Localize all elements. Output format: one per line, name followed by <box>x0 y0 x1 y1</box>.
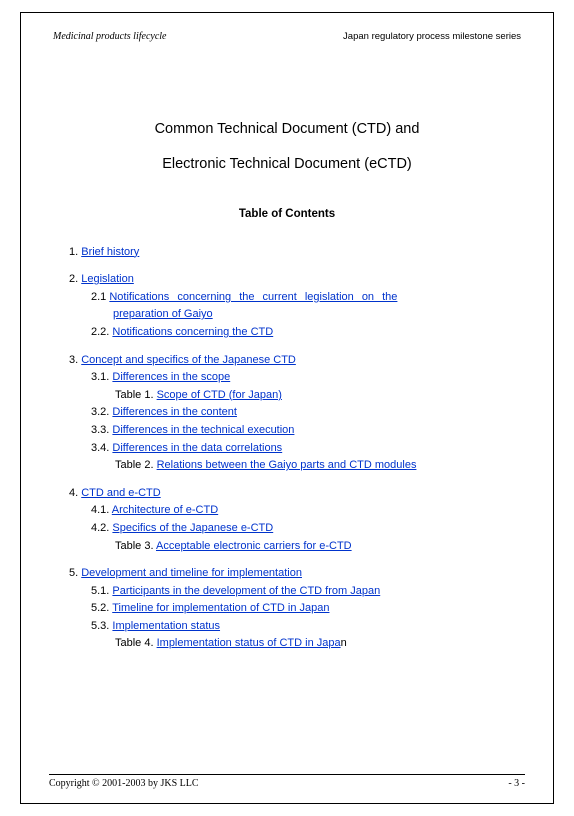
toc-num: 3.3. <box>91 424 112 436</box>
toc-table-label: Table 3. <box>115 540 156 552</box>
toc-link-diff-technical[interactable]: Differences in the technical execution <box>112 424 294 436</box>
title-line-2: Electronic Technical Document (eCTD) <box>49 147 525 182</box>
page-frame: Medicinal products lifecycle Japan regul… <box>20 12 554 804</box>
toc-item-4: 4. CTD and e-CTD <box>69 485 525 503</box>
toc-num: 2. <box>69 273 81 285</box>
toc-num: 5.3. <box>91 620 112 632</box>
toc-link-participants[interactable]: Participants in the development of the C… <box>112 585 380 597</box>
toc-link-table-2[interactable]: Relations between the Gaiyo parts and CT… <box>157 459 417 471</box>
toc-num: 1. <box>69 246 81 258</box>
toc-num: 5.2. <box>91 602 112 614</box>
footer-page-number: - 3 - <box>508 778 525 789</box>
toc-tail-char: n <box>341 637 347 649</box>
toc-item-3-1: 3.1. Differences in the scope <box>69 369 525 387</box>
toc-item-2: 2. Legislation <box>69 271 525 289</box>
toc-link-diff-content[interactable]: Differences in the content <box>112 406 237 418</box>
toc-table-label: Table 4. <box>115 637 157 649</box>
toc-link-diff-data[interactable]: Differences in the data correlations <box>112 442 282 454</box>
toc-link-ctd-ectd[interactable]: CTD and e-CTD <box>81 487 160 499</box>
toc-num: 2.1 <box>91 291 109 303</box>
toc-item-5: 5. Development and timeline for implemen… <box>69 565 525 583</box>
toc-table-3: Table 3. Acceptable electronic carriers … <box>69 538 525 556</box>
toc-table-1: Table 1. Scope of CTD (for Japan) <box>69 387 525 405</box>
toc-heading: Table of Contents <box>49 208 525 220</box>
toc-table-label: Table 2. <box>115 459 157 471</box>
toc-link-diff-scope[interactable]: Differences in the scope <box>112 371 230 383</box>
toc-link-implementation-status[interactable]: Implementation status <box>112 620 220 632</box>
toc-item-3-3: 3.3. Differences in the technical execut… <box>69 422 525 440</box>
toc-link-legislation[interactable]: Legislation <box>81 273 134 285</box>
toc-link-concept-specifics[interactable]: Concept and specifics of the Japanese CT… <box>81 354 296 366</box>
header-right: Japan regulatory process milestone serie… <box>343 31 521 42</box>
table-of-contents: 1. Brief history 2. Legislation 2.1 Noti… <box>49 244 525 653</box>
toc-item-4-1: 4.1. Architecture of e-CTD <box>69 502 525 520</box>
toc-link-specifics-ectd[interactable]: Specifics of the Japanese e-CTD <box>112 522 273 534</box>
page-footer: Copyright © 2001-2003 by JKS LLC - 3 - <box>49 774 525 789</box>
toc-num: 4. <box>69 487 81 499</box>
toc-num: 4.2. <box>91 522 112 534</box>
toc-item-5-2: 5.2. Timeline for implementation of CTD … <box>69 600 525 618</box>
page-header: Medicinal products lifecycle Japan regul… <box>49 31 525 44</box>
toc-item-5-1: 5.1. Participants in the development of … <box>69 583 525 601</box>
toc-link-brief-history[interactable]: Brief history <box>81 246 139 258</box>
toc-link-architecture-ectd[interactable]: Architecture of e-CTD <box>112 504 218 516</box>
toc-link-notifications-ctd[interactable]: Notifications concerning the CTD <box>112 326 273 338</box>
toc-link-timeline[interactable]: Timeline for implementation of CTD in Ja… <box>112 602 329 614</box>
toc-table-4: Table 4. Implementation status of CTD in… <box>69 635 525 653</box>
toc-item-3: 3. Concept and specifics of the Japanese… <box>69 352 525 370</box>
toc-num: 5. <box>69 567 81 579</box>
toc-num: 3.2. <box>91 406 112 418</box>
toc-num: 3. <box>69 354 81 366</box>
toc-num: 3.4. <box>91 442 112 454</box>
footer-copyright: Copyright © 2001-2003 by JKS LLC <box>49 778 199 789</box>
toc-num: 4.1. <box>91 504 112 516</box>
title-line-1: Common Technical Document (CTD) and <box>49 112 525 147</box>
toc-item-5-3: 5.3. Implementation status <box>69 618 525 636</box>
toc-link-notifications-gaiyo[interactable]: Notifications concerning the current leg… <box>91 291 525 324</box>
toc-item-2-2: 2.2. Notifications concerning the CTD <box>69 324 525 342</box>
toc-num: 2.2. <box>91 326 112 338</box>
toc-item-2-1: 2.1 Notifications concerning the current… <box>69 289 525 324</box>
toc-item-3-4: 3.4. Differences in the data correlation… <box>69 440 525 458</box>
toc-item-4-2: 4.2. Specifics of the Japanese e-CTD <box>69 520 525 538</box>
header-left: Medicinal products lifecycle <box>53 31 166 42</box>
toc-link-table-3[interactable]: Acceptable electronic carriers for e-CTD <box>156 540 352 552</box>
toc-link-development-timeline[interactable]: Development and timeline for implementat… <box>81 567 302 579</box>
toc-item-3-2: 3.2. Differences in the content <box>69 404 525 422</box>
toc-link-table-1[interactable]: Scope of CTD (for Japan) <box>157 389 282 401</box>
toc-link-table-4[interactable]: Implementation status of CTD in Japa <box>157 637 341 649</box>
toc-table-2: Table 2. Relations between the Gaiyo par… <box>69 457 525 475</box>
document-title: Common Technical Document (CTD) and Elec… <box>49 112 525 182</box>
toc-num: 3.1. <box>91 371 112 383</box>
toc-item-1: 1. Brief history <box>69 244 525 262</box>
toc-num: 5.1. <box>91 585 112 597</box>
toc-table-label: Table 1. <box>115 389 157 401</box>
